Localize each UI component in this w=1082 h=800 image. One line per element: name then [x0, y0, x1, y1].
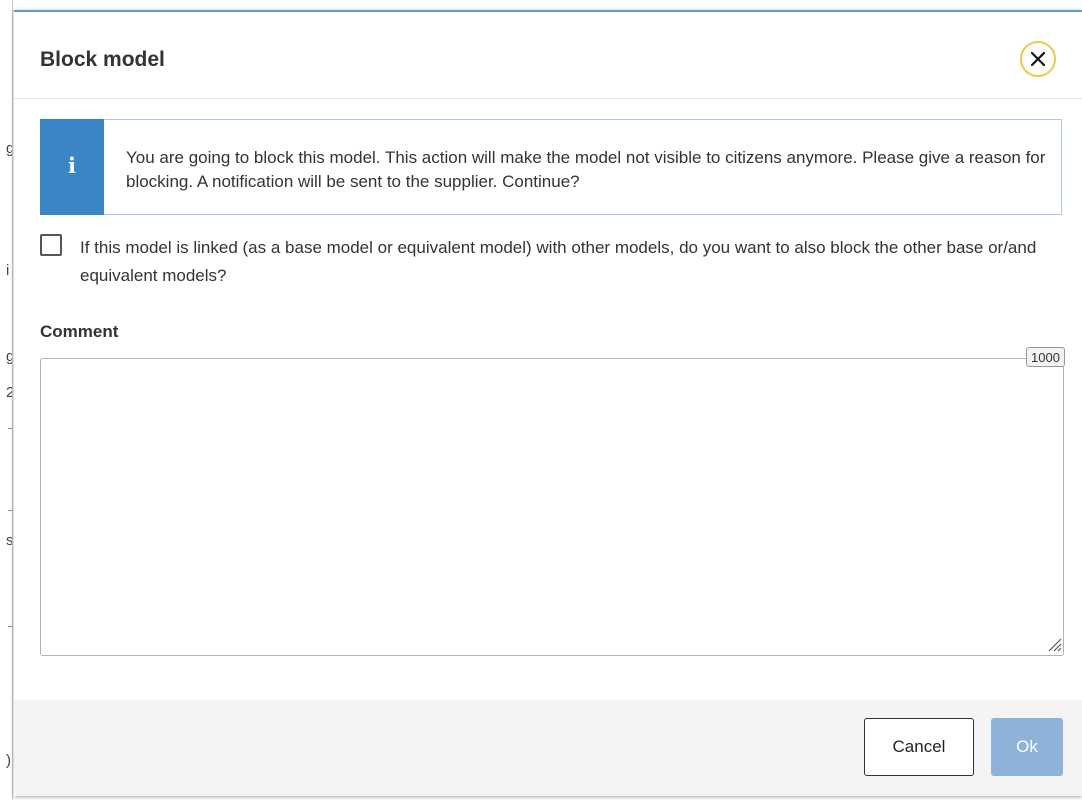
background-divider — [8, 510, 12, 511]
block-model-dialog: Block model i You are going to block thi… — [14, 10, 1082, 796]
close-button[interactable] — [1020, 41, 1056, 77]
info-alert: i You are going to block this model. Thi… — [40, 119, 1062, 215]
dialog-footer: Cancel Ok — [14, 700, 1082, 796]
ok-button[interactable]: Ok — [991, 718, 1063, 776]
info-icon: i — [40, 119, 104, 215]
background-text-fragment: 2 — [6, 384, 12, 401]
background-divider — [8, 428, 12, 429]
dialog-header: Block model — [14, 12, 1082, 99]
background-text-fragment: g — [6, 140, 12, 157]
cancel-button[interactable]: Cancel — [864, 718, 974, 776]
comment-label: Comment — [40, 322, 119, 341]
background-divider — [8, 626, 12, 627]
close-icon — [1031, 52, 1045, 66]
character-counter: 1000 — [1026, 347, 1065, 367]
block-linked-models-label[interactable]: If this model is linked (as a base model… — [80, 234, 1040, 290]
background-text-fragment: g — [6, 348, 12, 365]
background-text-fragment: i — [6, 262, 10, 279]
block-linked-models-checkbox[interactable] — [40, 234, 62, 256]
info-icon-glyph: i — [68, 153, 76, 178]
alert-message: You are going to block this model. This … — [126, 148, 1046, 191]
background-page-strip: g i g 2 s ) — [0, 0, 13, 800]
resize-handle-icon[interactable] — [1044, 634, 1062, 652]
comment-textarea[interactable] — [40, 358, 1064, 656]
dialog-title: Block model — [40, 48, 165, 71]
background-text-fragment: s — [6, 532, 13, 549]
background-text-fragment: ) — [6, 752, 11, 769]
